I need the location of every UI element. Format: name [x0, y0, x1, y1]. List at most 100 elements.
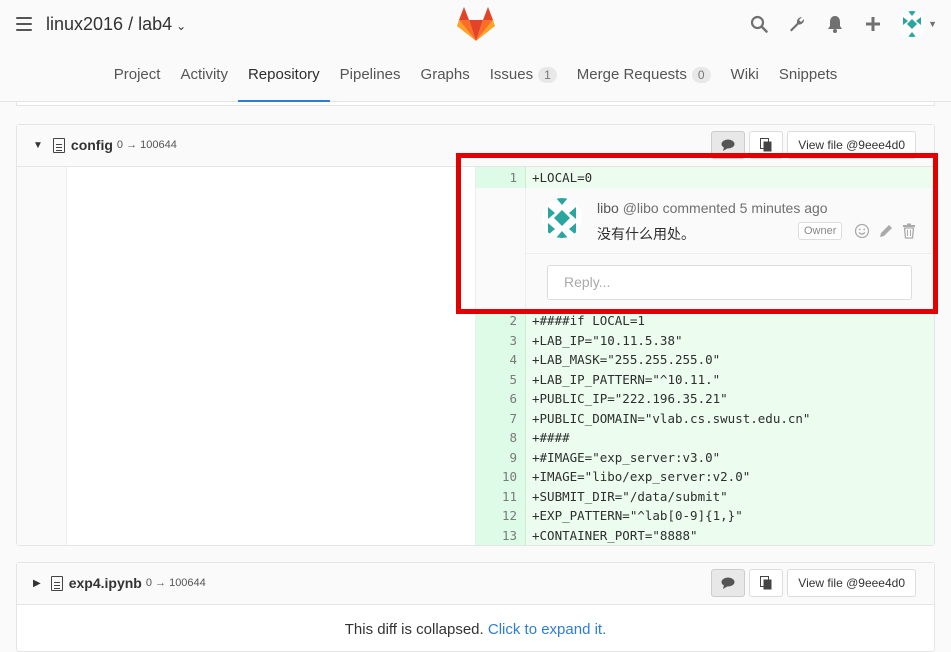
line-number[interactable]: 9 [476, 447, 526, 467]
file-icon [52, 137, 65, 153]
line-number[interactable]: 11 [476, 486, 526, 506]
diff-line: 1 +LOCAL=0 [17, 167, 934, 188]
toggle-comments-button[interactable] [711, 569, 746, 597]
line-number[interactable]: 12 [476, 506, 526, 526]
file-header: ▶ exp4.ipynb 0 → 100644 View file @9eee4… [17, 563, 934, 605]
note-header: libo @libo commented 5 minutes ago [597, 200, 828, 216]
note-author[interactable]: libo [597, 200, 619, 216]
diff-line: 11 +SUBMIT_DIR="/data/submit" [17, 486, 934, 506]
file-mode: 0 → 100644 [145, 577, 206, 589]
diff-line: 8 +#### [17, 428, 934, 448]
collapse-caret-icon[interactable]: ▼ [33, 140, 43, 151]
diff-file-exp4-ipynb: ▶ exp4.ipynb 0 → 100644 View file @9eee4… [16, 562, 935, 652]
issues-count-badge: 1 [538, 67, 557, 83]
tab-snippets[interactable]: Snippets [769, 52, 847, 102]
diff-line: 13 +CONTAINER_PORT="8888" [17, 525, 934, 545]
user-menu[interactable]: ▼ [899, 11, 937, 37]
file-mode: 0 → 100644 [116, 139, 177, 151]
collapsed-text: This diff is collapsed. [344, 621, 484, 638]
toggle-comments-button[interactable] [711, 131, 746, 159]
note-time[interactable]: 5 minutes ago [740, 200, 828, 216]
line-number[interactable]: 7 [476, 408, 526, 428]
diff-file-config: ▼ config 0 → 100644 View file @9eee4d0 1… [16, 124, 935, 546]
user-avatar[interactable] [899, 11, 926, 37]
tab-merge-requests-label: Merge Requests [576, 66, 687, 83]
view-file-button[interactable]: View file @9eee4d0 [787, 569, 916, 597]
comment-icon [721, 577, 735, 589]
note-handle[interactable]: @libo [623, 200, 659, 216]
plus-icon[interactable] [861, 10, 885, 38]
tab-issues[interactable]: Issues 1 [480, 52, 567, 102]
diff-line: 9 +#IMAGE="exp_server:v3.0" [17, 447, 934, 467]
line-code: +#IMAGE="exp_server:v3.0" [526, 447, 934, 467]
line-number[interactable]: 2 [476, 311, 526, 331]
copy-icon [760, 576, 772, 590]
line-number[interactable]: 6 [476, 389, 526, 409]
diff-line: 7 +PUBLIC_DOMAIN="vlab.cs.swust.edu.cn" [17, 408, 934, 428]
diff-line: 5 +LAB_IP_PATTERN="^10.11." [17, 369, 934, 389]
hamburger-menu-icon[interactable] [16, 17, 32, 31]
line-number[interactable]: 4 [476, 350, 526, 370]
line-number[interactable]: 8 [476, 428, 526, 448]
tab-merge-requests[interactable]: Merge Requests 0 [567, 52, 721, 102]
tab-graphs[interactable]: Graphs [411, 52, 480, 102]
tab-wiki[interactable]: Wiki [721, 52, 769, 102]
line-code: +LOCAL=0 [526, 167, 934, 188]
tab-issues-label: Issues [489, 66, 534, 83]
line-number[interactable]: 3 [476, 330, 526, 350]
diff-line: 10 +IMAGE="libo/exp_server:v2.0" [17, 467, 934, 487]
search-icon[interactable] [747, 10, 771, 38]
line-code: +LAB_IP="10.11.5.38" [526, 330, 934, 350]
caret-down-icon[interactable]: ▼ [928, 19, 937, 29]
tab-project[interactable]: Project [104, 52, 171, 102]
line-number[interactable]: 5 [476, 369, 526, 389]
tab-pipelines[interactable]: Pipelines [330, 52, 411, 102]
bell-icon[interactable] [823, 10, 847, 38]
view-file-button[interactable]: View file @9eee4d0 [787, 131, 916, 159]
note: libo @libo commented 5 minutes ago 没有什么用… [526, 188, 934, 254]
owner-badge: Owner [798, 222, 843, 240]
wrench-icon[interactable] [785, 10, 809, 38]
merge-requests-count-badge: 0 [691, 67, 711, 83]
line-number[interactable]: 13 [476, 525, 526, 545]
diff-line: 3 +LAB_IP="10.11.5.38" [17, 330, 934, 350]
trash-icon[interactable] [902, 223, 916, 239]
chevron-down-icon[interactable]: ⌄ [176, 19, 186, 33]
line-code: +CONTAINER_PORT="8888" [526, 525, 934, 545]
avatar[interactable] [542, 198, 582, 238]
line-number[interactable]: 1 [476, 167, 526, 188]
project-breadcrumb[interactable]: linux2016 / lab4 ⌄ [46, 14, 186, 35]
tab-activity[interactable]: Activity [170, 52, 238, 102]
file-header: ▼ config 0 → 100644 View file @9eee4d0 [17, 125, 934, 167]
file-name[interactable]: config [71, 137, 113, 153]
line-code: +IMAGE="libo/exp_server:v2.0" [526, 467, 934, 487]
diff-line: 6 +PUBLIC_IP="222.196.35.21" [17, 389, 934, 409]
expand-diff-link[interactable]: Click to expand it. [488, 621, 606, 638]
copy-path-button[interactable] [749, 131, 784, 159]
file-icon [50, 575, 63, 591]
file-name[interactable]: exp4.ipynb [69, 575, 142, 591]
line-number[interactable]: 10 [476, 467, 526, 487]
reply-input[interactable]: Reply... [547, 265, 912, 300]
diff-line: 12 +EXP_PATTERN="^lab[0-9]{1,}" [17, 506, 934, 526]
line-code: +LAB_MASK="255.255.255.0" [526, 350, 934, 370]
gitlab-logo[interactable] [457, 6, 495, 42]
line-code: +PUBLIC_DOMAIN="vlab.cs.swust.edu.cn" [526, 408, 934, 428]
line-code: +LAB_IP_PATTERN="^10.11." [526, 369, 934, 389]
collapsed-diff-message: This diff is collapsed. Click to expand … [17, 605, 934, 638]
tab-repository[interactable]: Repository [237, 52, 330, 102]
expand-caret-icon[interactable]: ▶ [33, 578, 41, 589]
line-code: +SUBMIT_DIR="/data/submit" [526, 486, 934, 506]
diff-line: 2 +####if LOCAL=1 [17, 311, 934, 331]
edit-pencil-icon[interactable] [878, 223, 894, 239]
comment-icon [721, 139, 735, 151]
emoji-icon[interactable] [854, 223, 870, 239]
previous-file-bottom [16, 102, 935, 106]
line-code: +#### [526, 428, 934, 448]
top-navbar: linux2016 / lab4 ⌄ ▼ Project Activity Re… [0, 0, 951, 102]
project-nav-tabs: Project Activity Repository Pipelines Gr… [0, 52, 951, 102]
discussion-notes: libo @libo commented 5 minutes ago 没有什么用… [526, 188, 934, 311]
copy-path-button[interactable] [749, 569, 784, 597]
copy-icon [760, 138, 772, 152]
project-path[interactable]: linux2016 / lab4 [46, 14, 172, 34]
